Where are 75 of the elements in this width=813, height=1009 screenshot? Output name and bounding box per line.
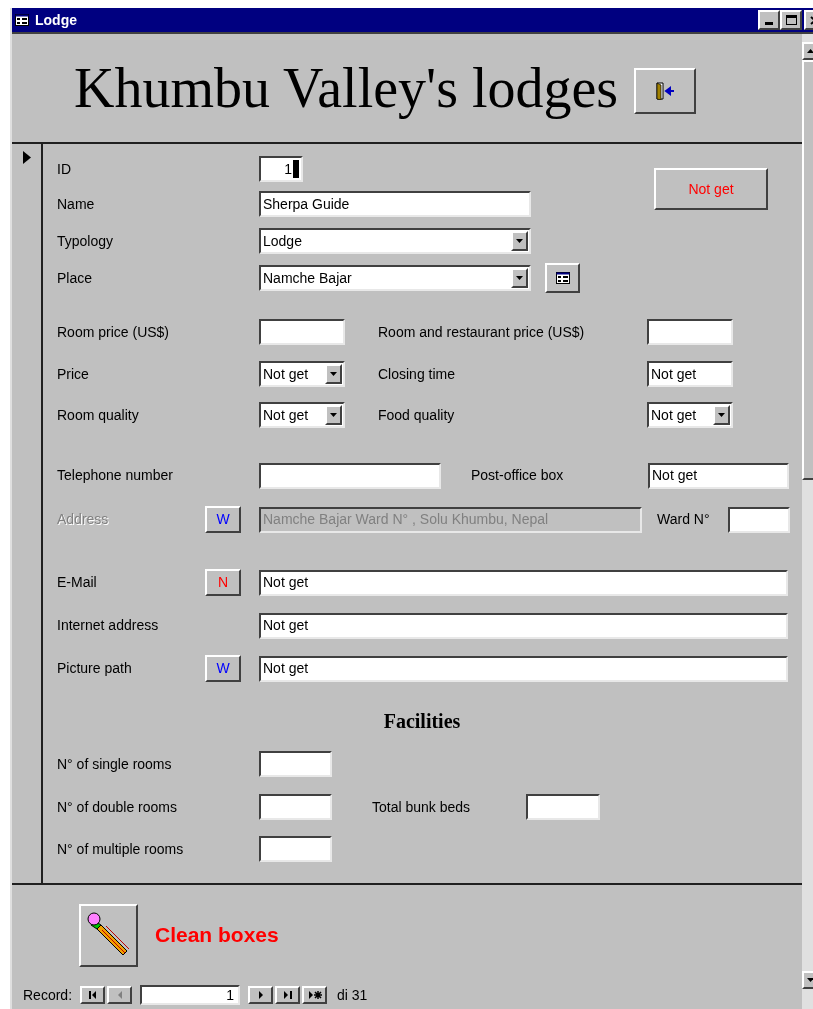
field-label: Ward N° [657,510,711,529]
field-label: Closing time [378,364,457,384]
input-field[interactable] [259,751,332,777]
field-label: ID [57,159,72,179]
maximize-icon [785,15,797,25]
record-label: Record: [23,985,73,1005]
input-field[interactable]: Not get [259,612,788,639]
field-label: Typology [57,231,115,251]
dropdown-arrow-icon [330,372,337,376]
exit-button[interactable] [634,68,697,114]
record-nav-button[interactable] [275,986,301,1004]
record-number-field[interactable]: 1 [140,985,241,1005]
dropdown-arrow-icon [330,413,337,417]
next-record-icon [257,991,264,999]
form-icon [555,272,570,284]
record-nav-button[interactable] [302,986,328,1004]
field-label: Room and restaurant price (US$) [378,322,586,342]
input-field[interactable]: 1 [259,156,303,182]
minimize-button[interactable] [758,10,780,30]
input-field[interactable]: Not get [259,655,788,682]
form-button[interactable] [545,263,580,293]
window-title: Lodge [35,10,77,30]
input-field[interactable] [259,794,332,820]
input-field[interactable]: Not get [647,361,733,387]
input-field[interactable] [259,319,345,345]
combo-box[interactable]: Not get [259,361,345,387]
last-record-icon [282,991,293,999]
field-label: Food quality [378,405,456,425]
record-nav-button[interactable] [248,986,274,1004]
field-label: E-Mail [57,573,98,592]
field-label: Address [57,510,110,529]
field-label: Post-office box [471,466,565,485]
field-label: N° of single rooms [57,754,173,774]
clean-boxes-label: Clean boxes [155,922,279,949]
combo-box[interactable]: Lodge [259,228,531,254]
input-field[interactable] [259,462,441,489]
record-count: di 31 [337,985,368,1005]
text-cursor [293,160,299,178]
scroll-up-icon [806,49,813,53]
form-icon [15,14,29,26]
new-record-icon [307,991,322,999]
dropdown-arrow-icon [806,978,813,982]
field-label: Name [57,194,96,214]
lookup-button[interactable]: W [205,655,241,682]
field-label: Price [57,364,90,384]
section-heading: Facilities [383,709,461,734]
input-field[interactable]: Not get [259,569,788,596]
door-exit-icon [655,82,676,100]
dropdown-arrow-icon [516,276,523,280]
input-field[interactable] [526,794,600,820]
input-field[interactable] [259,836,332,862]
field-label: Telephone number [57,466,174,485]
dropdown-arrow-icon [718,413,725,417]
input-field[interactable] [647,319,733,345]
combo-box[interactable]: Namche Bajar [259,265,531,291]
record-nav-button[interactable] [80,986,106,1004]
maximize-button[interactable] [780,10,802,30]
first-record-icon [87,991,98,999]
minimize-icon [765,22,773,25]
combo-box[interactable]: Not get [647,402,733,428]
clean-button[interactable] [79,903,138,967]
field-label: Room price (US$) [57,322,171,342]
field-label: Place [57,268,94,288]
field-label: Total bunk beds [372,797,472,817]
field-label: Room quality [57,405,140,425]
input-field[interactable] [728,506,790,533]
input-field[interactable]: Not get [648,462,789,489]
field-label: Internet address [57,616,160,635]
field-label: N° of multiple rooms [57,839,185,859]
input-field[interactable]: Sherpa Guide [259,191,531,217]
combo-box[interactable]: Not get [259,402,345,428]
previous-record-icon [116,991,123,999]
dropdown-arrow-icon [516,239,523,243]
field-label: Picture path [57,659,133,678]
field-label: N° of double rooms [57,797,178,817]
